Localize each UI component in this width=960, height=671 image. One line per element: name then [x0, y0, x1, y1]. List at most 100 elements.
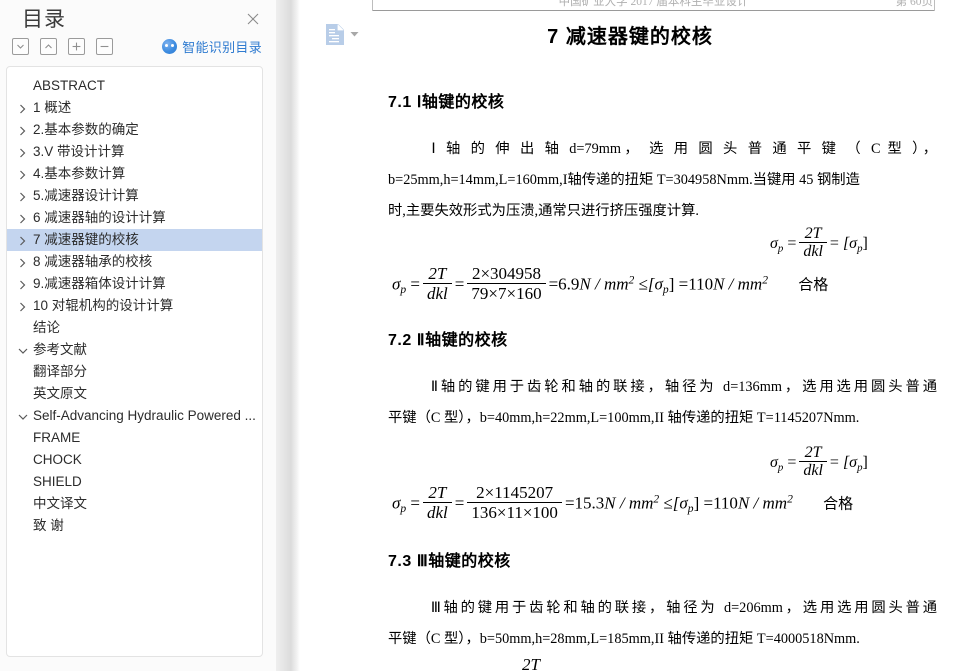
toc-item-label: 参考文献 [33, 342, 87, 357]
equals-1: = [410, 274, 421, 294]
equals-1: = [410, 493, 421, 513]
smart-recognize-toc-button[interactable]: 智能识别目录 [162, 37, 262, 56]
formula-computed-7-1: σp = 2T dkl = 2×304958 79×7×160 =6.9N / mm2 ≤[… [392, 264, 829, 305]
toc-item[interactable]: 1 概述 [7, 97, 262, 119]
equals-2: = [454, 493, 465, 513]
section-heading-7-1: 7.1 Ⅰ轴键的校核 [388, 94, 505, 111]
sigma-subscript: p [400, 502, 407, 516]
chevron-down-icon[interactable] [12, 38, 29, 55]
chevron-right-icon[interactable] [17, 185, 29, 207]
chevron-down-icon[interactable] [17, 339, 29, 361]
toc-item-label: 中文译文 [33, 496, 87, 511]
chevron-right-icon[interactable] [17, 207, 29, 229]
result-exponent: 2 [653, 492, 660, 506]
allowable-open: [σ [842, 235, 858, 252]
allowable-close: ] [862, 454, 868, 471]
allowable-value: 110 [688, 274, 714, 294]
result-unit: N / mm [604, 493, 654, 513]
allowable-unit: N / mm [713, 274, 763, 294]
chevron-right-icon[interactable] [17, 251, 29, 273]
toc-item[interactable]: 5.减速器设计计算 [7, 185, 262, 207]
toc-item[interactable]: 3.V 带设计计算 [7, 141, 262, 163]
toc-item-label: Self-Advancing Hydraulic Powered ... [33, 408, 256, 423]
fraction-numerator: 2T [428, 264, 447, 283]
fraction-2T-dkl: 2T dkl [423, 264, 452, 304]
chevron-right-icon[interactable] [17, 295, 29, 317]
toc-item[interactable]: CHOCK [7, 449, 262, 471]
toc-item[interactable]: Self-Advancing Hydraulic Powered ... [7, 405, 262, 427]
chevron-right-icon[interactable] [17, 163, 29, 185]
formula-computed-7-2: σp = 2T dkl = 2×1145207 136×11×100 =15.3N / mm… [392, 483, 853, 524]
formula-generic-1: σp = 2T dkl = [σp] [770, 225, 868, 263]
toc-item[interactable]: 英文原文 [7, 383, 262, 405]
sigma-subscript: p [777, 242, 784, 255]
toc-item-label: 9.减速器箱体设计计算 [33, 276, 166, 291]
page-title: 目录 [22, 8, 66, 31]
fraction-2T-dkl: 2T dkl [799, 225, 827, 262]
toc-item[interactable]: 7 减速器键的校核 [7, 229, 262, 251]
toc-item[interactable]: 10 对辊机构的设计计算 [7, 295, 262, 317]
fraction-values: 2×1145207 136×11×100 [467, 483, 562, 523]
smart-recognize-toc-label: 智能识别目录 [182, 40, 262, 55]
minus-icon[interactable] [96, 38, 113, 55]
toc-item[interactable]: 4.基本参数计算 [7, 163, 262, 185]
fraction-denominator: dkl [799, 461, 827, 480]
equals-1: = [787, 235, 797, 252]
verdict-label: 合格 [798, 276, 829, 294]
result-unit: N / mm [579, 274, 629, 294]
toc-item[interactable]: 翻译部分 [7, 361, 262, 383]
allowable-close: ] = [693, 493, 714, 513]
chevron-right-icon[interactable] [17, 229, 29, 251]
close-icon[interactable] [244, 10, 262, 28]
toc-item[interactable]: SHIELD [7, 471, 262, 493]
toc-sidebar-header: 目录 [0, 0, 276, 38]
chevron-right-icon[interactable] [17, 273, 29, 295]
paragraph-text: Ⅲ轴的键用于齿轮和轴的联接，轴径为 d=206mm，选用选用圆头普通 [428, 600, 937, 616]
toc-list: ABSTRACT 1 概述 2.基本参数的确定 3.V 带设计计算 4.基本参数计算 5.… [7, 67, 262, 537]
chevron-right-icon[interactable] [17, 119, 29, 141]
section-7-3-paragraph-line1: Ⅲ轴的键用于齿轮和轴的联接，轴径为 d=206mm，选用选用圆头普通 [388, 593, 937, 624]
header-rule-left-tick [372, 0, 373, 11]
fraction-denominator-values: 79×7×160 [467, 283, 546, 304]
allowable-exponent: 2 [762, 273, 768, 287]
fraction-numerator: 2T [804, 444, 822, 461]
toc-item[interactable]: 8 减速器轴承的校核 [7, 251, 262, 273]
toc-item[interactable]: 参考文献 [7, 339, 262, 361]
section-heading-7-3: 7.3 Ⅲ轴键的校核 [388, 553, 511, 570]
toc-item[interactable]: ABSTRACT [7, 75, 262, 97]
paragraph-text: Ⅱ轴的键用于齿轮和轴的联接，轴径为 d=136mm，选用选用圆头普通 [428, 379, 937, 395]
toc-item-label: ABSTRACT [33, 78, 106, 93]
header-rule [372, 10, 935, 11]
toc-item[interactable]: FRAME [7, 427, 262, 449]
comparison-operator: ≤ [663, 493, 673, 513]
fraction-values: 2×304958 79×7×160 [467, 264, 546, 304]
result-exponent: 2 [628, 273, 635, 287]
toc-item[interactable]: 结论 [7, 317, 262, 339]
chevron-up-icon[interactable] [40, 38, 57, 55]
fraction-numerator: 2T [428, 483, 447, 502]
toc-item[interactable]: 9.减速器箱体设计计算 [7, 273, 262, 295]
contents-panel-window: 目录 智能识别目录 ABSTRACT 1 概述 2.基本参数的确定 3.V 带设… [0, 0, 960, 671]
toc-item-label: 5.减速器设计计算 [33, 188, 139, 203]
section-7-2-paragraph-line2: 平键（C 型），b=40mm,h=22mm,L=100mm,II 轴传递的扭矩 … [388, 410, 860, 426]
toc-item[interactable]: 2.基本参数的确定 [7, 119, 262, 141]
toc-item-label: 1 概述 [33, 100, 72, 115]
toc-item[interactable]: 中文译文 [7, 493, 262, 515]
toc-item[interactable]: 6 减速器轴的设计计算 [7, 207, 262, 229]
chevron-right-icon[interactable] [17, 141, 29, 163]
toc-item-label: 4.基本参数计算 [33, 166, 126, 181]
chevron-right-icon[interactable] [17, 97, 29, 119]
allowable-exponent: 2 [787, 492, 793, 506]
toc-item[interactable]: 致 谢 [7, 515, 262, 537]
allowable-unit: N / mm [737, 493, 788, 513]
document-page: 中国矿业大学 2017 届本科生毕业设计 第 60页 7 减速器键的校核 7.1… [300, 0, 960, 671]
allowable-open: [σ [842, 454, 858, 471]
toc-item-label: 致 谢 [33, 518, 64, 533]
result-value: 15.3 [574, 493, 605, 513]
panel-divider[interactable] [276, 0, 300, 671]
fraction-denominator: dkl [799, 242, 827, 261]
sigma-symbol: σ [770, 454, 778, 471]
toc-list-panel: ABSTRACT 1 概述 2.基本参数的确定 3.V 带设计计算 4.基本参数计算 5.… [6, 66, 263, 657]
plus-icon[interactable] [68, 38, 85, 55]
chevron-down-icon[interactable] [17, 405, 29, 427]
